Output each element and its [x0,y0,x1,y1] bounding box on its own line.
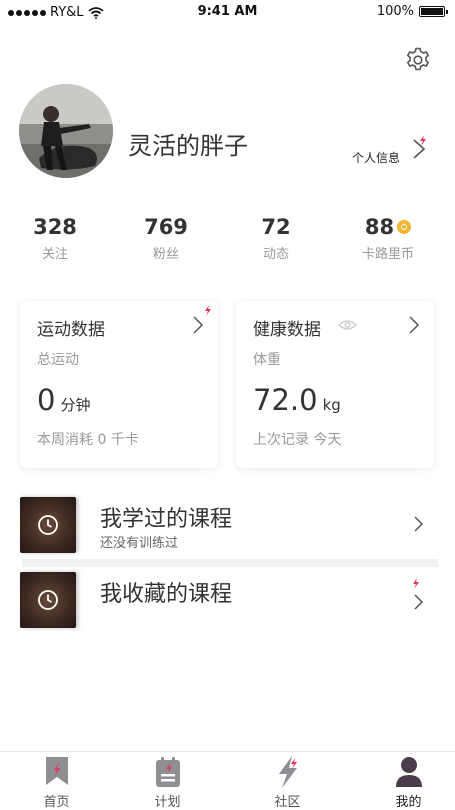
lightning-badge-icon [205,305,211,316]
battery-icon [419,6,448,17]
chevron-right-icon [414,594,424,610]
weight-value: 72.0 [253,383,318,417]
favorite-courses-row[interactable]: 我收藏的课程 [20,572,438,630]
chevron-right-icon [409,316,420,334]
health-card-subtitle: 体重 [253,352,281,368]
stat-following-label: 关注 [41,247,68,262]
health-weight: 72.0 kg [253,383,341,417]
clock-icon [38,590,58,610]
user-icon [395,757,422,787]
username: 灵活的胖子 [128,132,248,160]
stats-row: 328 关注 769 粉丝 72 动态 88 卡路里币 [0,212,455,268]
eye-icon[interactable] [338,319,357,331]
battery-status: 100% [376,4,448,19]
learned-courses-row[interactable]: 我学过的课程 还没有训练过 [20,497,438,555]
tab-home[interactable]: 首页 [0,752,113,810]
learned-courses-title: 我学过的课程 [100,507,233,532]
stat-posts[interactable]: 72 动态 [221,212,331,262]
chevron-right-icon [193,316,204,334]
tab-home-label: 首页 [43,795,70,810]
favorite-courses-title: 我收藏的课程 [100,582,233,607]
exercise-card-footer: 本周消耗 0 千卡 [37,432,139,448]
battery-percent: 100% [376,4,414,19]
stat-followers[interactable]: 769 粉丝 [111,212,221,262]
stat-followers-label: 粉丝 [152,247,179,262]
stat-calorie-coins[interactable]: 88 卡路里币 [333,212,443,262]
stat-following-value: 328 [33,215,77,239]
health-card-title: 健康数据 [253,320,321,340]
section-divider [22,559,438,567]
stat-posts-label: 动态 [262,247,289,262]
lightning-badge-icon [420,135,426,146]
tab-me-label: 我的 [395,795,422,810]
tab-community-label: 社区 [274,795,301,810]
exercise-card-subtitle: 总运动 [37,352,79,368]
stat-calorie-coins-value: 88 [364,215,395,239]
exercise-total: 0 分钟 [37,383,90,417]
bottom-tab-bar: 首页 计划 社区 我的 [0,751,455,810]
tab-plan-label: 计划 [154,795,181,810]
lightning-icon [278,756,297,788]
stat-following[interactable]: 328 关注 [0,212,110,262]
exercise-card-title: 运动数据 [37,320,105,340]
settings-gear-icon[interactable] [404,46,432,74]
bookmark-icon [45,757,68,785]
coin-icon [397,220,412,234]
avatar-photo [19,84,113,178]
tab-plan[interactable]: 计划 [111,752,224,810]
health-data-card[interactable]: 健康数据 体重 72.0 kg 上次记录 今天 [236,301,434,468]
exercise-unit: 分钟 [60,396,91,414]
stat-posts-value: 72 [261,215,291,239]
tab-me[interactable]: 我的 [352,752,455,810]
calendar-icon [155,757,180,787]
exercise-value: 0 [37,383,56,417]
learned-courses-subtitle: 还没有训练过 [100,536,179,551]
course-thumbnail [20,572,76,628]
stat-followers-value: 769 [144,215,188,239]
exercise-data-card[interactable]: 运动数据 总运动 0 分钟 本周消耗 0 千卡 [20,301,218,468]
profile-info-link[interactable]: 个人信息 [352,132,442,168]
weight-unit: kg [322,396,341,414]
stat-calorie-coins-label: 卡路里币 [361,247,414,262]
avatar[interactable] [19,84,113,178]
tab-community[interactable]: 社区 [231,752,344,810]
course-thumbnail [20,497,76,553]
clock-icon [38,515,58,535]
profile-info-label: 个人信息 [352,151,401,165]
status-bar: RY&L 9:41 AM 100% [0,0,455,26]
health-card-footer: 上次记录 今天 [253,432,342,448]
battery-level [421,8,443,15]
chevron-right-icon [414,516,424,532]
lightning-badge-icon [413,578,419,589]
